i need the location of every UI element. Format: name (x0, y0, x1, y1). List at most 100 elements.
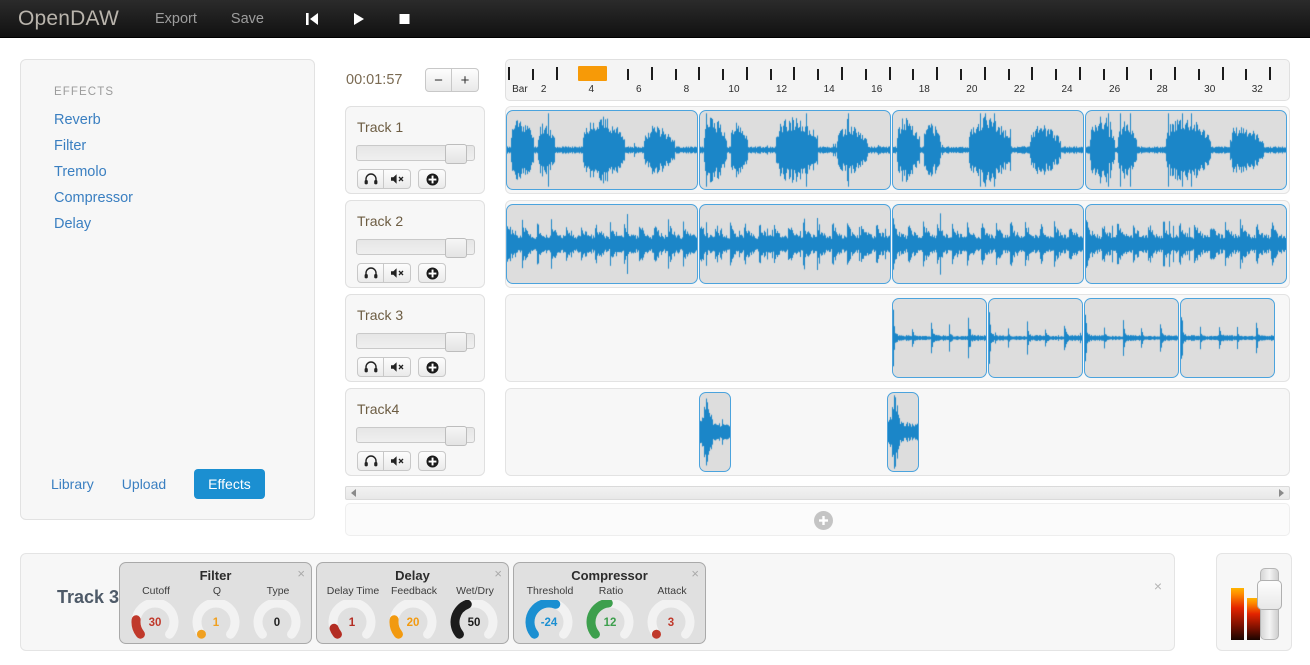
triangle-left-icon[interactable] (351, 489, 356, 497)
track-volume-knob[interactable] (445, 238, 467, 258)
ruler-tick (745, 67, 748, 80)
knob-label: Type (266, 585, 290, 597)
sidebar-effect-tremolo[interactable]: Tremolo (54, 164, 107, 180)
audio-clip[interactable] (506, 110, 698, 190)
add-effect-icon[interactable] (418, 451, 446, 471)
sidebar-effect-filter[interactable]: Filter (54, 138, 86, 154)
top-bar: OpenDAW Export Save (0, 0, 1310, 38)
audio-clip[interactable] (892, 110, 1084, 190)
speaker-mute-icon[interactable] (384, 451, 411, 471)
ruler-tick (1174, 67, 1177, 80)
transport-stop-button[interactable] (390, 7, 420, 31)
track-lane[interactable] (505, 294, 1290, 382)
headphones-icon[interactable] (357, 357, 384, 377)
playhead-marker[interactable] (578, 66, 608, 81)
track-volume-slider[interactable] (356, 238, 475, 258)
knob-control[interactable]: Wet/Dry 50 (446, 585, 504, 642)
nav-save[interactable]: Save (231, 11, 264, 27)
zoom-out-button[interactable]: − (425, 68, 452, 92)
audio-clip[interactable] (988, 298, 1083, 378)
ruler-tick (936, 67, 939, 80)
knob-dial[interactable]: 30 (127, 600, 183, 642)
effect-rack-close-button[interactable]: × (494, 567, 502, 580)
audio-clip[interactable] (1084, 298, 1179, 378)
track-volume-slider[interactable] (356, 426, 475, 446)
knob-control[interactable]: Type 0 (249, 585, 307, 642)
knob-control[interactable]: Threshold -24 (521, 585, 579, 642)
audio-clip[interactable] (892, 298, 987, 378)
effect-rack-close-button[interactable]: × (297, 567, 305, 580)
audio-clip[interactable] (506, 204, 698, 284)
audio-clip[interactable] (887, 392, 919, 472)
knob-dial[interactable]: 50 (446, 600, 502, 642)
zoom-in-button[interactable]: + (452, 68, 479, 92)
audio-clip[interactable] (699, 204, 891, 284)
track-volume-knob[interactable] (445, 144, 467, 164)
knob-dial[interactable]: 3 (643, 600, 699, 642)
knob-control[interactable]: Q1 (188, 585, 246, 642)
nav-export[interactable]: Export (155, 11, 197, 27)
waveform (893, 111, 1083, 189)
track-lane[interactable] (505, 106, 1290, 194)
knob-control[interactable]: Delay Time 1 (324, 585, 382, 642)
add-effect-icon[interactable] (418, 357, 446, 377)
headphones-icon[interactable] (357, 451, 384, 471)
transport-play-button[interactable] (344, 7, 374, 31)
sidebar-section-caption: EFFECTS (54, 86, 115, 98)
speaker-mute-icon[interactable] (384, 357, 411, 377)
knob-control[interactable]: Ratio 12 (582, 585, 640, 642)
sidebar-tab-effects[interactable]: Effects (194, 469, 265, 499)
knob-control[interactable]: Feedback 20 (385, 585, 443, 642)
audio-clip[interactable] (1085, 204, 1287, 284)
add-effect-icon[interactable] (418, 263, 446, 283)
headphones-icon[interactable] (357, 263, 384, 283)
ruler-label: 12 (775, 84, 788, 95)
knob-dial[interactable]: 0 (249, 600, 305, 642)
sidebar-effect-compressor[interactable]: Compressor (54, 190, 133, 206)
track-volume-knob[interactable] (445, 426, 467, 446)
sidebar-tab-library[interactable]: Library (51, 476, 94, 492)
knob-dial[interactable]: -24 (521, 600, 577, 642)
effect-rack-close-button[interactable]: × (691, 567, 699, 580)
ruler-label: 4 (588, 84, 595, 95)
audio-clip[interactable] (1180, 298, 1275, 378)
knob-dial[interactable]: 20 (385, 600, 441, 642)
knob-control[interactable]: Cutoff 30 (127, 585, 185, 642)
knob-dial[interactable]: 1 (188, 600, 244, 642)
plus-circle-icon[interactable] (814, 511, 833, 530)
ruler-tick (983, 67, 986, 80)
ruler-label: 26 (1109, 84, 1121, 95)
effect-rack-title: Filter (199, 568, 232, 583)
knob-dial[interactable]: 1 (324, 600, 380, 642)
ruler-tick (508, 67, 510, 80)
ruler-tick (1126, 67, 1129, 80)
knob-dial[interactable]: 12 (582, 600, 638, 642)
effects-panel-close-button[interactable]: × (1154, 578, 1162, 594)
speaker-mute-icon[interactable] (384, 169, 411, 189)
waveform (989, 299, 1082, 377)
audio-clip[interactable] (892, 204, 1084, 284)
track-header: Track 3 (345, 294, 485, 382)
timeline-horizontal-scrollbar[interactable] (345, 486, 1290, 500)
add-effect-icon[interactable] (418, 169, 446, 189)
audio-clip[interactable] (1085, 110, 1287, 190)
ruler-bar-caption: Bar (512, 84, 528, 95)
audio-clip[interactable] (699, 392, 731, 472)
headphones-icon[interactable] (357, 169, 384, 189)
effect-rack: Compressor × Threshold -24 Ratio 12 Attack 3 (513, 562, 706, 644)
timeline-ruler[interactable]: Bar 2 4 6 8 10 12 14 16 18 20 22 24 26 28 30 32 (505, 59, 1290, 101)
sidebar-effect-delay[interactable]: Delay (54, 216, 91, 232)
transport-skip-back-button[interactable] (298, 7, 328, 31)
track-volume-slider[interactable] (356, 332, 475, 352)
speaker-mute-icon[interactable] (384, 263, 411, 283)
master-fader-knob[interactable] (1257, 579, 1282, 610)
track-volume-slider[interactable] (356, 144, 475, 164)
triangle-right-icon[interactable] (1279, 489, 1284, 497)
track-lane[interactable] (505, 388, 1290, 476)
track-lane[interactable] (505, 200, 1290, 288)
audio-clip[interactable] (699, 110, 891, 190)
sidebar-tab-upload[interactable]: Upload (122, 476, 166, 492)
knob-control[interactable]: Attack 3 (643, 585, 701, 642)
track-volume-knob[interactable] (445, 332, 467, 352)
sidebar-effect-reverb[interactable]: Reverb (54, 112, 101, 128)
